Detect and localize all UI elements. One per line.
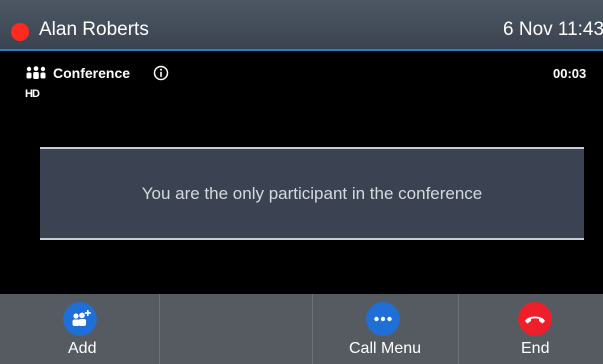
end-call-softkey[interactable]: End [459,294,603,364]
conference-message: You are the only participant in the conf… [141,183,483,203]
call-active-indicator-icon [11,23,29,41]
end-call-icon [518,302,552,336]
phone-screen: Alan Roberts 6 Nov 11:43 Conference HD 0… [0,0,603,364]
call-menu-softkey[interactable]: Call Menu [313,294,458,364]
status-bar: Alan Roberts 6 Nov 11:43 [0,0,603,49]
add-softkey[interactable]: Add [0,294,159,364]
user-name: Alan Roberts [39,19,149,40]
call-menu-label: Call Menu [349,340,422,357]
status-bar-divider [0,49,603,51]
end-label: End [521,340,550,357]
softkey-bar: Add Call Menu End [0,294,603,364]
call-timer: 00:03 [553,66,587,81]
add-label: Add [68,340,97,357]
info-icon[interactable] [153,65,169,81]
conference-message-panel: You are the only participant in the conf… [40,147,584,240]
softkey-empty-2 [160,294,312,364]
date-time: 6 Nov 11:43 [503,19,603,40]
add-participant-icon [63,302,97,336]
hd-audio-badge: HD [25,88,40,100]
call-type-label: Conference [53,65,131,81]
more-icon [366,302,400,336]
conference-icon [26,66,46,79]
